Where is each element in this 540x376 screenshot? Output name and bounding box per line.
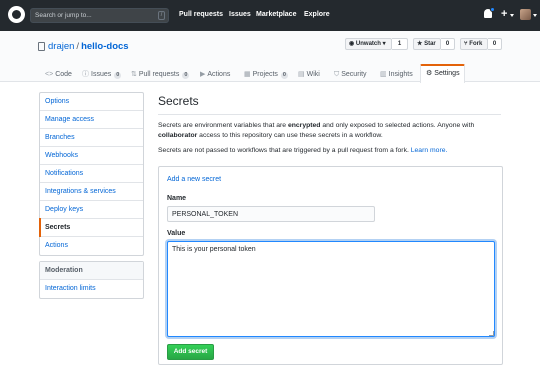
fork-label: Fork: [469, 41, 483, 47]
fork-notice: Secrets are not passed to workflows that…: [158, 146, 503, 156]
tab-actions-label: Actions: [207, 71, 231, 78]
secret-value-textarea[interactable]: This is your personal token: [167, 241, 495, 337]
tab-insights-label: Insights: [388, 71, 413, 78]
sidebar-item-secrets[interactable]: Secrets: [39, 218, 143, 237]
tab-settings-label: Settings: [434, 70, 460, 77]
tab-wiki-label: Wiki: [306, 71, 320, 78]
sidebar-item-notifications[interactable]: Notifications: [40, 165, 143, 183]
graph-icon: ▥: [380, 71, 387, 78]
issue-opened-icon: ⓘ: [82, 71, 89, 78]
secret-name-input[interactable]: [167, 206, 375, 222]
fork-count[interactable]: 0: [488, 38, 502, 50]
unwatch-button[interactable]: ◉ Unwatch ▾: [345, 38, 392, 50]
create-dropdown-caret-icon[interactable]: [510, 14, 514, 17]
tab-pull-requests-label: Pull requests: [138, 71, 180, 78]
pull-requests-count-badge: 0: [182, 72, 190, 79]
tab-insights[interactable]: ▥ Insights: [380, 68, 413, 82]
tab-issues-label: Issues: [91, 71, 112, 78]
repo-title: drajen / hello-docs: [48, 41, 129, 52]
gear-icon: ⚙: [426, 70, 433, 77]
tab-projects[interactable]: ▦ Projects 0: [244, 68, 288, 82]
sidebar-item-actions[interactable]: Actions: [40, 237, 143, 255]
repo-name-link[interactable]: hello-docs: [81, 41, 129, 52]
projects-count-badge: 0: [280, 72, 288, 79]
unread-indicator-icon: [490, 7, 495, 12]
tab-actions[interactable]: ▶ Actions: [200, 68, 230, 82]
profile-dropdown-caret-icon[interactable]: [533, 14, 537, 17]
shield-icon: ⛉: [334, 71, 340, 78]
value-label: Value: [167, 230, 186, 237]
title-divider: [158, 114, 501, 115]
global-header: / Pull requests Issues Marketplace Explo…: [0, 0, 540, 31]
tab-projects-label: Projects: [252, 71, 278, 78]
pull-request-icon: ⇅: [131, 71, 137, 78]
desc-text-2: and only exposed to selected actions. An…: [320, 122, 475, 129]
desc-text-3: access to this repository can use these …: [197, 132, 383, 139]
repo-icon: [38, 42, 45, 51]
create-new-plus-icon[interactable]: +: [501, 9, 507, 20]
repository-header: drajen / hello-docs ◉ Unwatch ▾ 1 ★ Star 0…: [0, 31, 540, 83]
add-secret-form: Add a new secret Name Value This is your…: [158, 166, 503, 365]
secrets-description: Secrets are environment variables that a…: [158, 121, 503, 141]
github-logo-icon[interactable]: [8, 6, 25, 23]
repo-separator: /: [76, 41, 80, 52]
tab-code[interactable]: <> Code: [45, 68, 72, 82]
watch-count[interactable]: 1: [392, 38, 408, 50]
star-label: Star: [424, 41, 436, 47]
unwatch-label: Unwatch: [355, 41, 381, 47]
search-box[interactable]: /: [30, 8, 169, 23]
nav-marketplace[interactable]: Marketplace: [256, 11, 296, 18]
sidebar-item-interaction-limits[interactable]: Interaction limits: [40, 280, 143, 298]
repo-owner-link[interactable]: drajen: [48, 41, 74, 52]
tab-wiki[interactable]: ▤ Wiki: [298, 68, 320, 82]
desc-collaborator-emphasis: collaborator: [158, 132, 198, 139]
issues-count-badge: 0: [114, 72, 122, 79]
chevron-down-icon: ▾: [382, 41, 386, 47]
resize-handle-icon[interactable]: [489, 331, 494, 336]
sidebar-item-deploy-keys[interactable]: Deploy keys: [40, 201, 143, 219]
tab-pull-requests[interactable]: ⇅ Pull requests 0: [131, 68, 190, 82]
tab-issues[interactable]: ⓘ Issues 0: [82, 68, 122, 82]
moderation-sidebar: Moderation Interaction limits: [39, 261, 144, 299]
add-secret-button[interactable]: Add secret: [167, 344, 214, 360]
fork-notice-text: Secrets are not passed to workflows that…: [158, 147, 411, 154]
page-title: Secrets: [158, 94, 199, 108]
tab-security-label: Security: [341, 71, 367, 78]
sidebar-item-webhooks[interactable]: Webhooks: [40, 147, 143, 165]
add-new-secret-link[interactable]: Add a new secret: [167, 176, 221, 183]
book-icon: ▤: [298, 71, 305, 78]
fork-icon: ⑂: [464, 41, 468, 47]
star-button[interactable]: ★ Star: [413, 38, 441, 50]
tab-settings[interactable]: ⚙ Settings: [420, 64, 465, 83]
tab-code-label: Code: [55, 71, 72, 78]
sidebar-item-branches[interactable]: Branches: [40, 129, 143, 147]
learn-more-link[interactable]: Learn more.: [411, 147, 448, 154]
star-icon: ★: [417, 41, 423, 47]
sidebar-item-integrations[interactable]: Integrations & services: [40, 183, 143, 201]
user-avatar[interactable]: [520, 9, 531, 20]
nav-issues[interactable]: Issues: [229, 11, 251, 18]
search-input[interactable]: [35, 9, 155, 22]
settings-sidebar: Options Manage access Branches Webhooks …: [39, 92, 144, 256]
desc-encrypted-emphasis: encrypted: [287, 122, 321, 129]
project-icon: ▦: [244, 71, 251, 78]
name-label: Name: [167, 195, 187, 202]
nav-pull-requests[interactable]: Pull requests: [179, 11, 223, 18]
moderation-heading: Moderation: [40, 262, 143, 280]
code-icon: <>: [45, 71, 54, 78]
tab-security[interactable]: ⛉ Security: [334, 68, 367, 82]
desc-text-1: Secrets are environment variables that a…: [158, 122, 288, 129]
sidebar-item-manage-access[interactable]: Manage access: [40, 111, 143, 129]
sidebar-item-options[interactable]: Options: [40, 93, 143, 111]
nav-explore[interactable]: Explore: [304, 11, 330, 18]
search-shortcut-hint: /: [158, 11, 165, 20]
star-count[interactable]: 0: [441, 38, 455, 50]
eye-icon: ◉: [349, 41, 355, 47]
play-icon: ▶: [200, 71, 206, 78]
fork-button[interactable]: ⑂ Fork: [460, 38, 488, 50]
